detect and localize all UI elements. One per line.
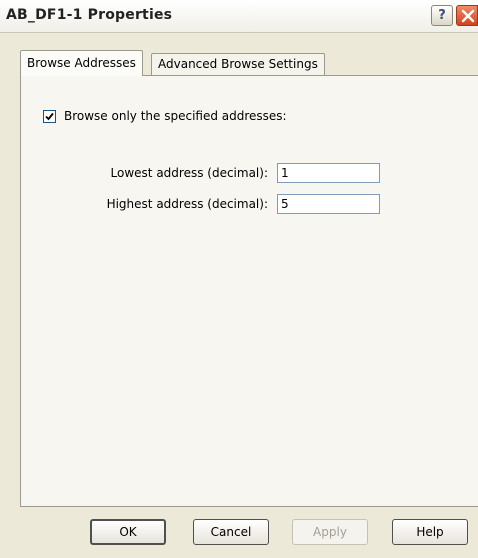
lowest-address-input[interactable]: [277, 163, 380, 183]
cancel-button[interactable]: Cancel: [193, 519, 269, 545]
close-button[interactable]: [456, 5, 478, 26]
highest-address-label: Highest address (decimal):: [106, 197, 268, 211]
browse-only-checkbox-row[interactable]: Browse only the specified addresses:: [43, 109, 287, 123]
tab-strip: Browse Addresses Advanced Browse Setting…: [0, 48, 478, 76]
title-bar[interactable]: AB_DF1-1 Properties ?: [0, 0, 478, 33]
question-icon: ?: [438, 8, 446, 23]
tab-panel: Browse only the specified addresses: Low…: [20, 75, 478, 507]
tab-advanced-browse-settings[interactable]: Advanced Browse Settings: [151, 53, 325, 75]
highest-address-input[interactable]: [277, 194, 380, 214]
apply-button[interactable]: Apply: [292, 519, 368, 545]
check-icon: [45, 112, 54, 120]
ok-button[interactable]: OK: [90, 519, 166, 545]
tab-browse-addresses[interactable]: Browse Addresses: [20, 50, 143, 76]
window-title: AB_DF1-1 Properties: [6, 7, 173, 23]
close-icon: [461, 9, 475, 23]
lowest-address-label: Lowest address (decimal):: [110, 166, 268, 180]
browse-only-label: Browse only the specified addresses:: [64, 109, 287, 123]
browse-only-checkbox[interactable]: [43, 109, 56, 123]
help-title-button[interactable]: ?: [431, 5, 453, 26]
help-button[interactable]: Help: [392, 519, 468, 545]
